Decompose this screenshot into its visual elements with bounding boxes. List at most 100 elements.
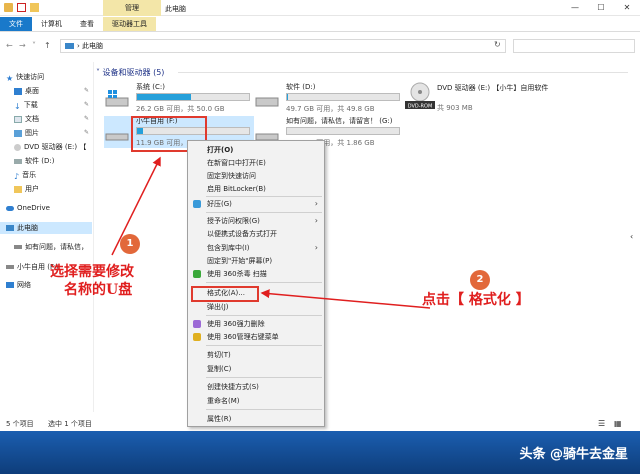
drive-name: 系统 (C:)	[136, 83, 165, 91]
folder-new-icon[interactable]	[30, 3, 39, 12]
refresh-icon[interactable]: ↻	[494, 40, 501, 49]
360-delete-icon	[193, 320, 201, 328]
dvd-drive-icon[interactable]: DVD-ROM	[405, 82, 435, 112]
menu-item-rename[interactable]: 重命名(M)	[188, 395, 324, 407]
details-view-icon[interactable]: ☰	[598, 419, 605, 428]
menu-item-360-manage[interactable]: 使用 360管理右键菜单	[188, 331, 324, 343]
tab-computer[interactable]: 计算机	[32, 17, 71, 31]
menu-separator	[206, 212, 322, 213]
step-badge-1: 1	[120, 234, 140, 254]
menu-item-pin-quick-access[interactable]: 固定到快速访问	[188, 170, 324, 182]
annotation-highlight-format	[191, 286, 259, 302]
drive-d[interactable]: 软件 (D:) 49.7 GB 可用，共 49.8 GB	[254, 82, 404, 114]
folder-icon[interactable]	[4, 3, 13, 12]
drive-icon	[14, 158, 22, 164]
download-icon: ↓	[14, 101, 21, 111]
sidebar-item-this-pc[interactable]: 此电脑	[0, 222, 92, 234]
sidebar-item-user[interactable]: 用户	[14, 184, 39, 194]
menu-item-360-delete[interactable]: 使用 360强力删除	[188, 318, 324, 330]
section-header[interactable]: ˅ 设备和驱动器 (5)	[96, 67, 164, 78]
pin-icon: ✎	[84, 87, 90, 94]
menu-item-copy[interactable]: 复制(C)	[188, 363, 324, 375]
checkbox-icon[interactable]	[17, 3, 26, 12]
menu-item-open-new-window[interactable]: 在新窗口中打开(E)	[188, 157, 324, 169]
chevron-down-icon[interactable]: ˅	[32, 41, 36, 50]
usb-drive-icon	[6, 265, 14, 269]
back-icon[interactable]: ←	[6, 41, 13, 50]
menu-separator	[206, 196, 322, 197]
drive-name: 软件 (D:)	[286, 83, 316, 91]
menu-separator	[206, 345, 322, 346]
sidebar-item-dvd[interactable]: DVD 驱动器 (E:) 【	[14, 142, 86, 152]
drive-info: 26.2 GB 可用，共 50.0 GB	[136, 105, 225, 113]
item-count: 5 个项目	[6, 420, 34, 428]
drive-c[interactable]: 系统 (C:) 26.2 GB 可用，共 50.0 GB	[104, 82, 254, 114]
pin-icon: ✎	[84, 101, 90, 108]
sidebar-item-desktop[interactable]: 桌面	[14, 86, 39, 96]
menu-item-haozip[interactable]: 好压(G) ›	[188, 198, 324, 210]
menu-item-portable-device[interactable]: 以便携式设备方式打开	[188, 228, 324, 240]
menu-separator	[206, 377, 322, 378]
menu-item-create-shortcut[interactable]: 创建快捷方式(S)	[188, 381, 324, 393]
chevron-right-icon: ›	[314, 216, 318, 225]
chevron-left-icon[interactable]: ‹	[630, 232, 633, 241]
up-icon[interactable]: ↑	[44, 41, 51, 50]
section-divider	[178, 72, 628, 73]
usb-drive-icon	[104, 124, 130, 142]
annotation-step2: 点击【 格式化 】	[422, 292, 530, 308]
tab-drive-tools[interactable]: 驱动器工具	[103, 17, 156, 31]
forward-icon[interactable]: →	[19, 41, 26, 50]
address-input[interactable]: › 此电脑	[60, 39, 506, 53]
annotation-step1-line2: 名称的U盘	[64, 282, 133, 298]
annotation-step1-line1: 选择需要修改	[50, 264, 134, 280]
folder-icon	[14, 185, 22, 193]
sidebar-item-quick-access[interactable]: ★ 快速访问	[6, 72, 44, 83]
menu-item-360-scan[interactable]: 使用 360杀毒 扫描	[188, 268, 324, 280]
menu-item-include-library[interactable]: 包含到库中(I) ›	[188, 242, 324, 254]
menu-item-bitlocker[interactable]: 启用 BitLocker(B)	[188, 183, 324, 195]
menu-item-grant-access[interactable]: 授予访问权限(G) ›	[188, 215, 324, 227]
sidebar-item-pictures[interactable]: 图片	[14, 128, 39, 138]
selected-count: 选中 1 个项目	[48, 420, 92, 428]
star-icon: ★	[6, 73, 14, 83]
tiles-view-icon[interactable]: ▦	[614, 419, 622, 428]
drive-usage-fill	[287, 94, 289, 100]
address-bar-row: ← → ˅ ↑ › 此电脑 ↻	[0, 36, 640, 56]
sidebar-item-music[interactable]: ♪ 音乐	[14, 170, 36, 181]
picture-icon	[14, 129, 22, 137]
menu-item-eject[interactable]: 弹出(J)	[188, 301, 324, 313]
menu-item-pin-start[interactable]: 固定到"开始"屏幕(P)	[188, 255, 324, 267]
breadcrumb: 此电脑	[82, 42, 104, 50]
window-title: 此电脑	[165, 5, 186, 13]
search-input[interactable]	[513, 39, 635, 53]
menu-item-cut[interactable]: 剪切(T)	[188, 349, 324, 361]
network-icon	[6, 282, 14, 288]
drive-usage-bar	[136, 93, 250, 101]
tab-file[interactable]: 文件	[0, 17, 32, 31]
dvd-rom-label: DVD-ROM	[408, 104, 433, 110]
sidebar-item-drive-d[interactable]: 软件 (D:)	[14, 156, 54, 166]
music-icon: ♪	[14, 171, 20, 181]
menu-item-open[interactable]: 打开(O)	[188, 144, 324, 156]
sidebar-item-onedrive[interactable]: OneDrive	[6, 204, 50, 212]
pane-splitter[interactable]	[93, 62, 94, 412]
sidebar-item-downloads[interactable]: ↓ 下载	[14, 100, 38, 111]
sidebar-item-documents[interactable]: 文档	[14, 114, 39, 124]
desktop-icon	[14, 87, 22, 95]
document-icon	[14, 115, 22, 123]
step-badge-2: 2	[470, 270, 490, 290]
sidebar-item-drive-g[interactable]: 如有问题，请私信，	[14, 242, 88, 252]
drive-icon	[254, 90, 280, 108]
close-button[interactable]: ✕	[614, 0, 640, 16]
title-bar: 管理 此电脑 — ☐ ✕	[0, 0, 640, 16]
section-title: 设备和驱动器 (5)	[102, 68, 165, 77]
sidebar-item-network[interactable]: 网络	[6, 280, 31, 290]
maximize-button[interactable]: ☐	[588, 0, 614, 16]
disc-icon	[14, 143, 21, 151]
ribbon-tabs: 文件 计算机 查看 驱动器工具	[0, 17, 640, 32]
status-bar: 5 个项目 选中 1 个项目 ☰ ▦	[0, 415, 640, 431]
minimize-button[interactable]: —	[562, 0, 588, 16]
tab-view[interactable]: 查看	[71, 17, 103, 31]
drive-info: 49.7 GB 可用，共 49.8 GB	[286, 105, 375, 113]
360-manage-icon	[193, 333, 201, 341]
